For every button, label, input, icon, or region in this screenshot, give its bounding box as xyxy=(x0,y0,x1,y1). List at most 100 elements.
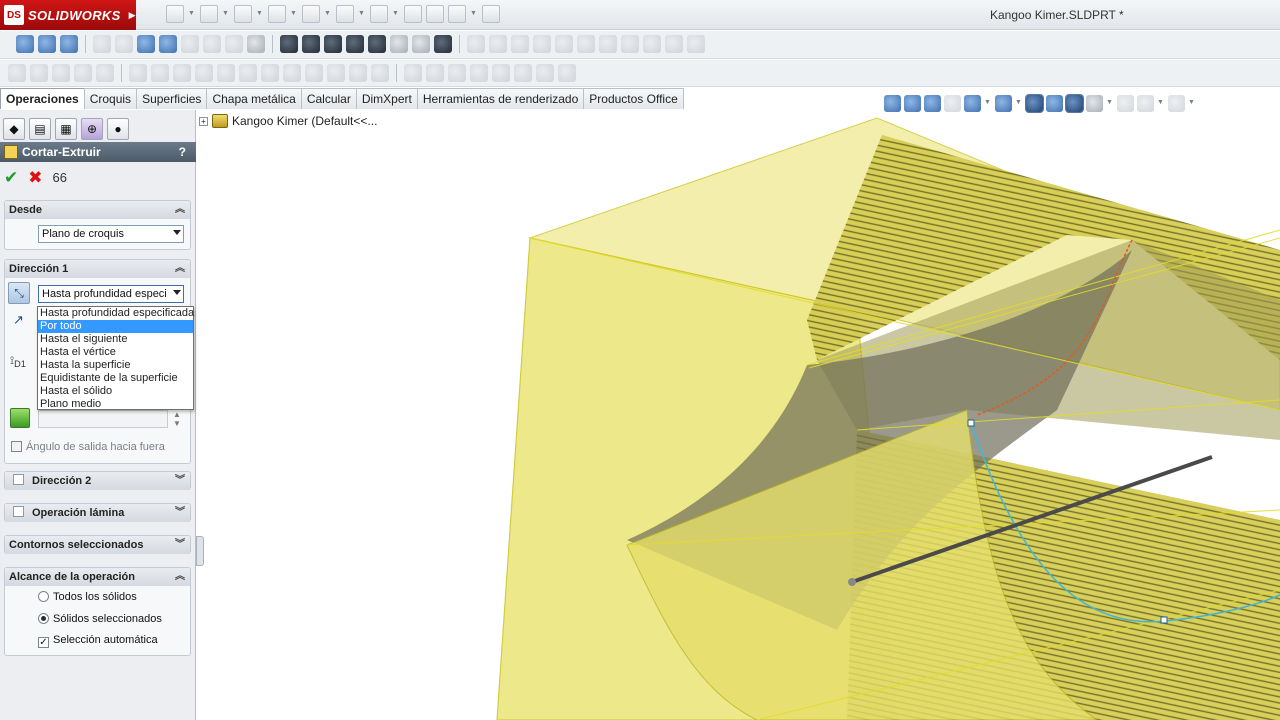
configuration-manager-tab-icon[interactable]: ▦ xyxy=(55,118,77,140)
group-direccion-1-header[interactable]: Dirección 1 ︽ xyxy=(5,260,190,278)
feature-revolve-icon[interactable] xyxy=(489,35,507,53)
plane-icon[interactable] xyxy=(217,64,235,82)
shaded-with-edges-icon[interactable] xyxy=(1025,93,1044,113)
extend-icon[interactable] xyxy=(305,64,323,82)
rebuild-icon[interactable] xyxy=(404,5,422,23)
model-view[interactable] xyxy=(197,110,1280,720)
zoom-to-fit-icon[interactable] xyxy=(884,94,901,112)
group-alcance-header[interactable]: Alcance de la operación ︽ xyxy=(5,568,190,586)
options-icon[interactable] xyxy=(448,5,466,23)
tab-calcular[interactable]: Calcular xyxy=(300,88,357,109)
save-icon[interactable] xyxy=(234,5,252,23)
rapid-sketch-icon[interactable] xyxy=(492,64,510,82)
radio-solidos-seleccionados-input[interactable] xyxy=(38,613,49,624)
line-icon[interactable] xyxy=(52,64,70,82)
trim-icon[interactable] xyxy=(283,64,301,82)
chevron-down-icon[interactable]: ▼ xyxy=(290,5,298,23)
draft-outward-checkbox[interactable] xyxy=(11,441,22,452)
edit-appearance-icon[interactable] xyxy=(203,35,221,53)
undo-icon[interactable] xyxy=(302,5,320,23)
point-sketch-icon[interactable] xyxy=(261,64,279,82)
section-view-icon[interactable] xyxy=(115,35,133,53)
graphics-area[interactable] xyxy=(197,110,1280,720)
chevron-down-icon[interactable]: ▼ xyxy=(392,5,400,23)
collapse-icon[interactable]: ︽ xyxy=(175,201,185,219)
sketch-picture-icon[interactable] xyxy=(558,64,576,82)
operacion-lamina-checkbox[interactable] xyxy=(13,506,24,517)
section-view-icon[interactable] xyxy=(944,94,961,112)
point-icon[interactable] xyxy=(280,35,298,53)
previous-view-icon[interactable] xyxy=(60,35,78,53)
option-por-todo[interactable]: Por todo xyxy=(38,320,193,333)
chevron-down-icon[interactable]: ▼ xyxy=(358,5,366,23)
display-style-icon[interactable] xyxy=(159,35,177,53)
feature-sweep-icon[interactable] xyxy=(511,35,529,53)
new-document-icon[interactable] xyxy=(166,5,184,23)
redo-icon[interactable] xyxy=(336,5,354,23)
feature-manager-tab-icon[interactable]: ◆ xyxy=(3,118,25,140)
zoom-to-area-icon[interactable] xyxy=(904,94,921,112)
hide-show-items-icon[interactable] xyxy=(1086,94,1103,112)
chevron-down-icon[interactable]: ▼ xyxy=(324,5,332,23)
linear-pattern-icon[interactable] xyxy=(371,64,389,82)
text-icon[interactable] xyxy=(239,64,257,82)
zoom-to-fit-icon[interactable] xyxy=(16,35,34,53)
chevron-down-icon[interactable]: ▼ xyxy=(1157,94,1165,112)
tab-herramientas-renderizado[interactable]: Herramientas de renderizado xyxy=(416,88,585,109)
tab-dimxpert[interactable]: DimXpert xyxy=(355,88,418,109)
group-contornos-header[interactable]: Contornos seleccionados ︾ xyxy=(5,536,190,554)
feature-tree-root[interactable]: + Kangoo Kimer (Default<<... xyxy=(199,114,377,128)
menu-arrow-icon[interactable]: ▶ xyxy=(129,10,136,21)
select-icon[interactable] xyxy=(370,5,388,23)
option-hasta-profundidad[interactable]: Hasta profundidad especificada xyxy=(38,307,194,320)
print-icon[interactable] xyxy=(268,5,286,23)
group-operacion-lamina-header[interactable]: Operación lámina ︾ xyxy=(5,504,190,522)
panel-splitter-handle[interactable] xyxy=(196,536,204,566)
rotate-view-icon[interactable] xyxy=(93,35,111,53)
spline-icon[interactable] xyxy=(151,64,169,82)
detailed-preview-button[interactable]: 66 xyxy=(53,168,67,188)
option-hasta-el-siguiente[interactable]: Hasta el siguiente xyxy=(38,333,193,346)
spin-arrows-icon[interactable]: ▲ ▼ xyxy=(173,410,181,428)
property-manager-tab-icon[interactable]: ▤ xyxy=(29,118,51,140)
normal-to-icon[interactable] xyxy=(368,35,386,53)
option-hasta-el-solido[interactable]: Hasta el sólido xyxy=(38,385,193,398)
spline-handle[interactable] xyxy=(1160,616,1168,624)
edit-appearance-icon[interactable] xyxy=(1117,94,1134,112)
feature-rib-icon[interactable] xyxy=(599,35,617,53)
file-properties-icon[interactable] xyxy=(426,5,444,23)
seleccion-automatica-checkbox[interactable]: ✓ xyxy=(38,637,49,648)
draft-icon[interactable] xyxy=(10,408,30,428)
rotate-icon[interactable] xyxy=(302,35,320,53)
arrow-down-icon[interactable] xyxy=(346,35,364,53)
axis-end-point[interactable] xyxy=(848,578,856,586)
reverse-direction-icon[interactable]: ⤡ xyxy=(8,282,30,304)
offset-icon[interactable] xyxy=(327,64,345,82)
chevron-down-icon[interactable]: ▼ xyxy=(188,5,196,23)
camera-icon[interactable] xyxy=(412,35,430,53)
collapse-icon[interactable]: ︽ xyxy=(175,260,185,278)
chevron-down-icon[interactable]: ▼ xyxy=(470,5,478,23)
expand-icon[interactable]: ︾ xyxy=(175,536,185,554)
window-layout-icon[interactable] xyxy=(482,5,500,23)
dimxpert-manager-tab-icon[interactable]: ⊕ xyxy=(81,118,103,140)
collapse-icon[interactable]: ︽ xyxy=(175,568,185,586)
tab-superficies[interactable]: Superficies xyxy=(136,88,208,109)
feature-hole-icon[interactable] xyxy=(665,35,683,53)
solidworks-logo[interactable]: DS SOLIDWORKS ▶ xyxy=(0,0,136,30)
direccion-2-checkbox[interactable] xyxy=(13,474,24,485)
chevron-down-icon[interactable]: ▼ xyxy=(256,5,264,23)
end-condition-select[interactable]: Hasta profundidad especi xyxy=(38,285,184,303)
group-desde-header[interactable]: Desde ︽ xyxy=(5,201,190,219)
display-relations-icon[interactable] xyxy=(426,64,444,82)
option-plano-medio[interactable]: Plano medio xyxy=(38,398,193,411)
apply-scene-icon[interactable] xyxy=(1137,94,1154,112)
apply-scene-icon[interactable] xyxy=(225,35,243,53)
chevron-down-icon[interactable]: ▼ xyxy=(1188,94,1196,112)
tab-chapa-metalica[interactable]: Chapa metálica xyxy=(206,88,302,109)
sketch-icon[interactable] xyxy=(8,64,26,82)
view-settings-icon[interactable] xyxy=(247,35,265,53)
zoom-to-area-icon[interactable] xyxy=(38,35,56,53)
help-button[interactable]: ? xyxy=(179,142,186,162)
radio-todos-solidos-input[interactable] xyxy=(38,591,49,602)
